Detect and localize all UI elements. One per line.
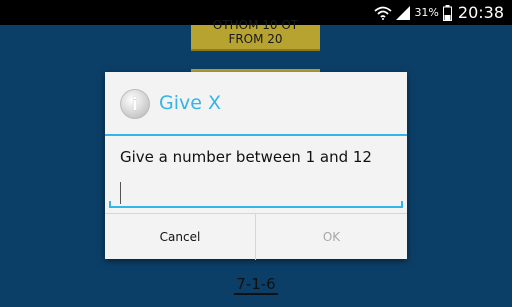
text-caret <box>120 182 121 204</box>
wifi-icon <box>374 6 393 20</box>
battery-icon <box>442 4 452 21</box>
ok-button[interactable]: OK <box>256 214 407 260</box>
cancel-button[interactable]: Cancel <box>105 214 256 260</box>
dialog-button-bar: Cancel OK <box>105 213 407 260</box>
give-x-dialog: i Give X Give a number between 1 and 12 … <box>105 72 407 260</box>
background-button-line-2: FROM 20 <box>228 32 283 46</box>
info-icon: i <box>120 89 150 119</box>
battery-percent: 31% <box>414 6 439 19</box>
footer-link-label: 7-1-6 <box>234 275 278 295</box>
dialog-message: Give a number between 1 and 12 <box>120 148 372 166</box>
dialog-header: i Give X <box>105 72 407 136</box>
number-input[interactable] <box>109 178 403 208</box>
footer-link[interactable]: 7-1-6 <box>0 275 512 295</box>
background-button[interactable]: OTHOM 10 OT FROM 20 <box>191 18 320 51</box>
clock: 20:38 <box>457 3 504 22</box>
dialog-title: Give X <box>159 92 221 114</box>
signal-icon <box>396 5 411 20</box>
